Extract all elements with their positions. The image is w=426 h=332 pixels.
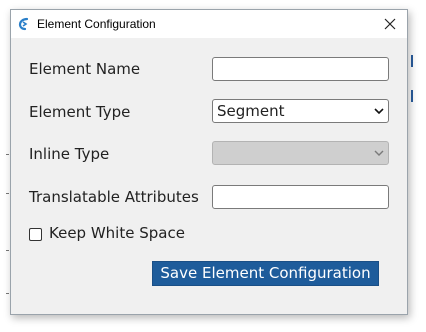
element-type-select[interactable]: Segment [212, 99, 389, 123]
translatable-attributes-input[interactable] [212, 185, 389, 209]
save-element-configuration-button[interactable]: Save Element Configuration [152, 261, 379, 286]
element-type-label: Element Type [29, 103, 131, 121]
keep-white-space-label[interactable]: Keep White Space [49, 224, 185, 242]
inline-type-label: Inline Type [29, 145, 110, 163]
element-type-selected-value: Segment [217, 102, 285, 120]
element-name-input[interactable] [212, 57, 389, 81]
element-configuration-dialog: Element Configuration Element Name Eleme… [10, 9, 408, 315]
element-name-label: Element Name [29, 60, 141, 78]
title-bar: Element Configuration [11, 10, 407, 38]
background-tick [6, 154, 9, 155]
background-tick [6, 193, 9, 194]
background-edge-mark [411, 90, 413, 102]
chevron-down-icon [374, 150, 384, 156]
translatable-attributes-label: Translatable Attributes [29, 188, 199, 206]
background-tick [6, 250, 9, 251]
chevron-down-icon [374, 108, 384, 115]
background-edge-mark [411, 55, 413, 67]
keep-white-space-checkbox[interactable] [29, 228, 42, 241]
inline-type-select[interactable] [212, 141, 389, 165]
app-logo-icon [18, 17, 29, 31]
background-tick [6, 293, 9, 294]
close-icon [384, 18, 396, 30]
close-button[interactable] [379, 13, 401, 35]
dialog-title: Element Configuration [37, 17, 156, 31]
